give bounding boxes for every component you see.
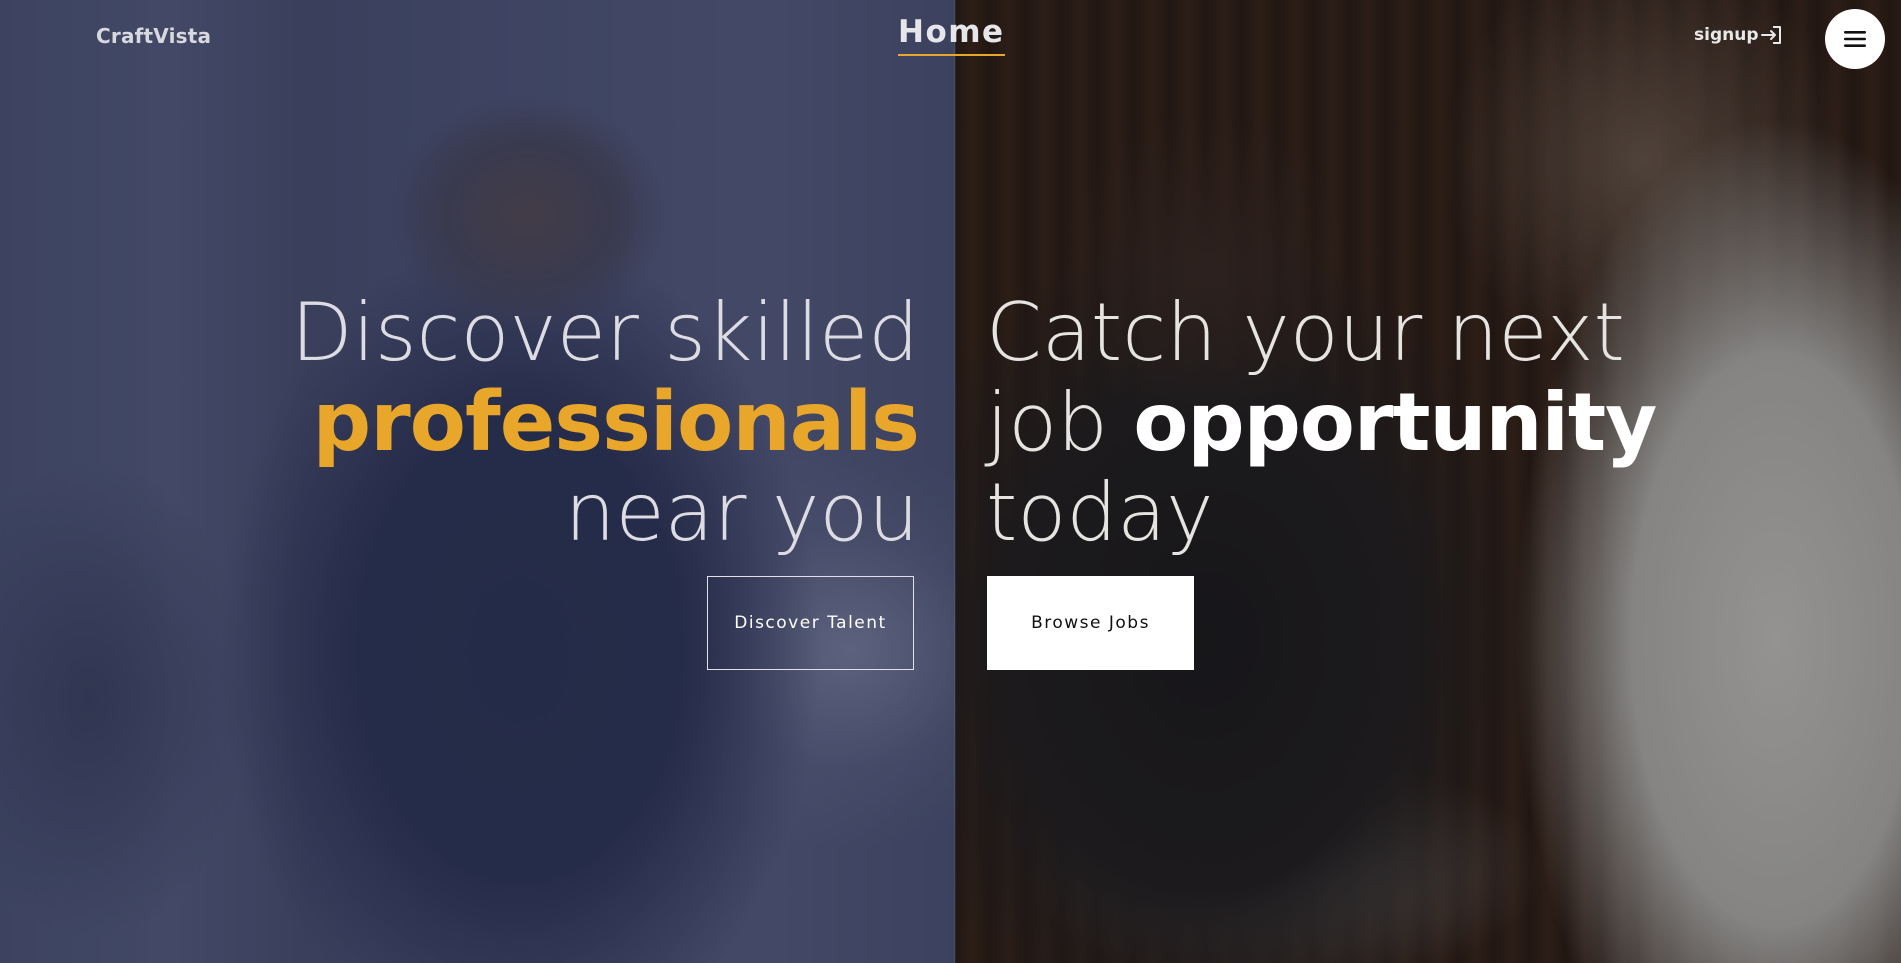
hero-left-line-1: Discover skilled: [290, 286, 919, 379]
signup-link[interactable]: signup: [1694, 25, 1783, 45]
discover-talent-button[interactable]: Discover Talent: [707, 576, 914, 670]
brand-logo[interactable]: CraftVista: [96, 24, 211, 48]
hero-right-line-3: today: [986, 466, 1214, 559]
signup-label: signup: [1694, 25, 1759, 45]
hero-left-line-3: near you: [564, 466, 919, 559]
hero-left-highlight: professionals: [312, 375, 920, 470]
hero-right-line-1: Catch your next: [986, 286, 1625, 379]
hamburger-menu-icon: [1844, 31, 1866, 47]
nav-home-link[interactable]: Home: [898, 14, 1005, 56]
hero-left-heading: Discover skilled professionals near you: [290, 286, 920, 559]
browse-jobs-button[interactable]: Browse Jobs: [987, 576, 1194, 670]
menu-button[interactable]: [1825, 9, 1885, 69]
hero-right-highlight: opportunity: [1133, 376, 1657, 469]
hero-right-heading: Catch your next job opportunity today: [986, 286, 1657, 559]
hero-right-line-2: job opportunity: [986, 376, 1657, 469]
split-divider: [954, 0, 956, 963]
hero-right-line-2-plain: job: [986, 376, 1134, 469]
login-arrow-icon: [1760, 26, 1781, 44]
